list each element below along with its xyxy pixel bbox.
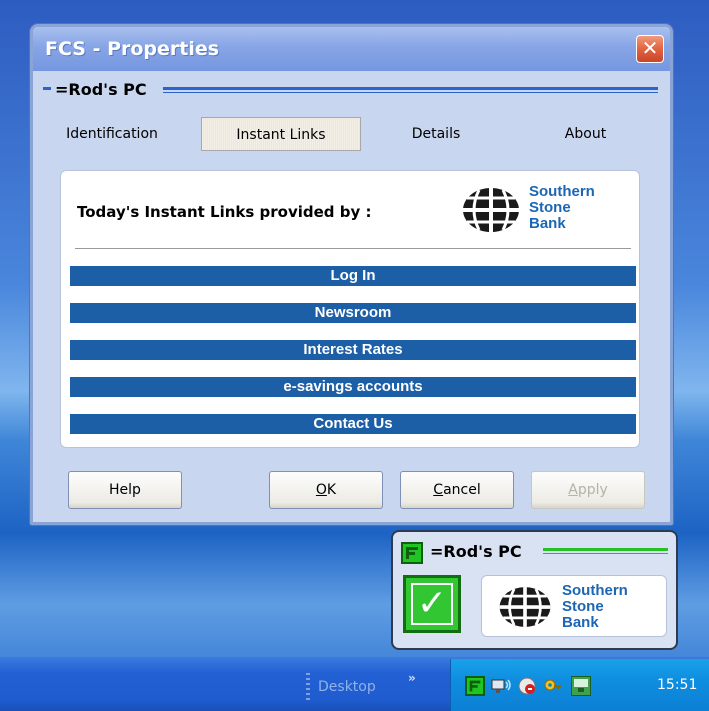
toolbar-grip[interactable] xyxy=(306,673,310,703)
tab-strip: Identification Instant Links Details Abo… xyxy=(33,117,670,151)
tab-about[interactable]: About xyxy=(543,117,628,151)
bank-logo[interactable]: Southern Stone Bank xyxy=(459,182,629,238)
bank-logo-text: Southern Stone Bank xyxy=(529,184,595,232)
fcs-tray-icon[interactable] xyxy=(465,676,485,696)
clock[interactable]: 15:51 xyxy=(657,677,697,693)
tab-details[interactable]: Details xyxy=(391,117,481,151)
section-rule-left xyxy=(43,87,51,90)
help-button[interactable]: Help xyxy=(68,471,182,509)
section-title: =Rod's PC xyxy=(53,80,149,99)
title-bar[interactable]: FCS - Properties ✕ xyxy=(33,27,670,71)
tab-identification[interactable]: Identification xyxy=(47,117,177,151)
taskbar: Desktop » 15:51 xyxy=(0,657,709,711)
apply-button[interactable]: Apply xyxy=(531,471,645,509)
widget-bank-logo[interactable]: Southern Stone Bank xyxy=(481,575,667,637)
section-rule-right-thin xyxy=(163,92,658,93)
key-icon[interactable] xyxy=(543,676,563,696)
checkmark-icon: ✓ xyxy=(411,583,453,625)
section-header: =Rod's PC xyxy=(43,79,658,101)
globe-icon xyxy=(499,587,551,627)
widget-title: =Rod's PC xyxy=(428,542,524,561)
cancel-button-mnemonic: C xyxy=(433,482,444,498)
security-icon[interactable] xyxy=(517,676,537,696)
panel-divider xyxy=(75,248,631,249)
lan-icon[interactable] xyxy=(571,676,591,696)
logo-line-1: Southern xyxy=(529,183,595,200)
widget-rule xyxy=(543,548,668,551)
link-interest-rates[interactable]: Interest Rates xyxy=(70,340,636,360)
apply-button-label: pply xyxy=(577,482,608,498)
fcs-status-widget[interactable]: =Rod's PC ✓ Southern Stone Bank xyxy=(391,530,678,650)
close-icon: ✕ xyxy=(641,36,659,60)
link-e-savings-accounts[interactable]: e-savings accounts xyxy=(70,377,636,397)
ok-button-label: K xyxy=(326,482,337,498)
tab-instant-links[interactable]: Instant Links xyxy=(201,117,361,151)
section-rule-right xyxy=(163,87,658,90)
widget-logo-line-3: Bank xyxy=(562,614,599,631)
widget-logo-line-1: Southern xyxy=(562,582,628,599)
logo-line-2: Stone xyxy=(529,199,571,216)
help-button-label: Help xyxy=(109,482,141,498)
network-icon[interactable] xyxy=(491,676,511,696)
ok-button-mnemonic: O xyxy=(315,482,327,498)
chevron-right-icon[interactable]: » xyxy=(408,671,416,685)
widget-logo-text: Southern Stone Bank xyxy=(562,583,628,631)
cancel-button[interactable]: Cancel xyxy=(400,471,514,509)
ok-button[interactable]: OK xyxy=(269,471,383,509)
link-contact-us[interactable]: Contact Us xyxy=(70,414,636,434)
globe-icon xyxy=(463,188,519,232)
close-button[interactable]: ✕ xyxy=(636,35,664,63)
widget-rule-thin xyxy=(543,553,668,554)
apply-button-mnemonic: A xyxy=(568,482,578,498)
link-log-in[interactable]: Log In xyxy=(70,266,636,286)
logo-line-3: Bank xyxy=(529,215,566,232)
cancel-button-label: ancel xyxy=(443,482,481,498)
desktop-toolbar-label[interactable]: Desktop xyxy=(318,679,376,695)
window-title: FCS - Properties xyxy=(45,38,220,60)
status-check[interactable]: ✓ xyxy=(403,575,461,633)
provided-by-label: Today's Instant Links provided by : xyxy=(77,203,372,221)
widget-logo-line-2: Stone xyxy=(562,598,604,615)
fcs-icon xyxy=(401,542,423,564)
system-tray: 15:51 xyxy=(450,659,709,711)
link-newsroom[interactable]: Newsroom xyxy=(70,303,636,323)
instant-links-panel: Today's Instant Links provided by : Sout… xyxy=(60,170,640,448)
properties-window: FCS - Properties ✕ =Rod's PC Identificat… xyxy=(30,24,673,525)
